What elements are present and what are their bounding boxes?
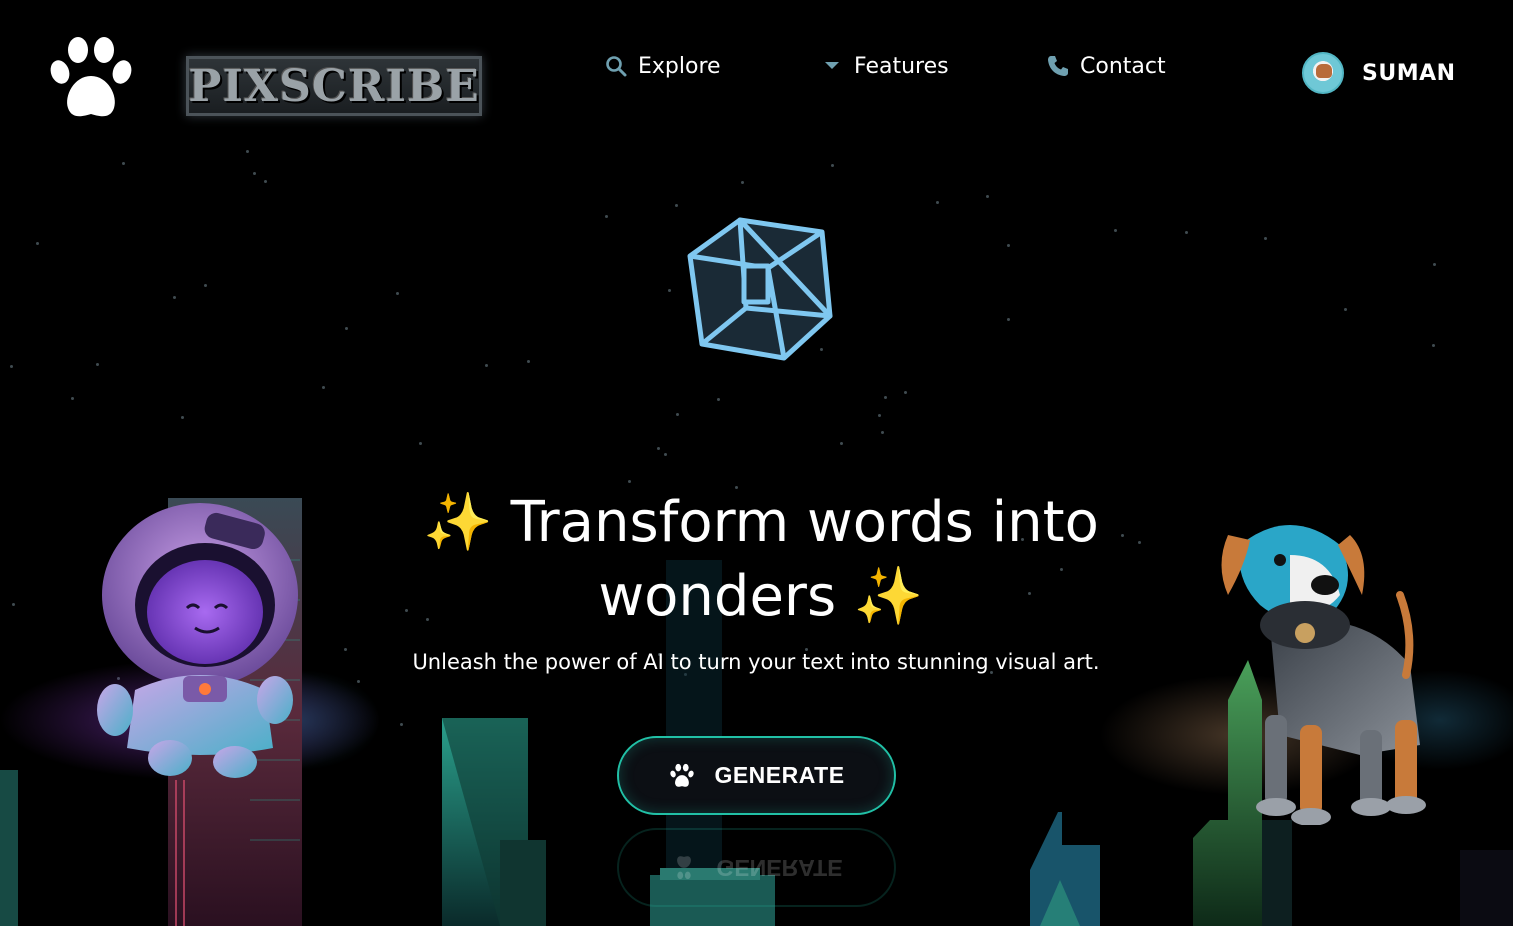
astronaut-character-illustration — [97, 503, 298, 778]
brand-logo[interactable]: PIXSCRIBE — [186, 56, 482, 116]
user-name: SUMAN — [1362, 60, 1456, 86]
avatar[interactable] — [1302, 52, 1344, 94]
nav-explore-label: Explore — [638, 53, 721, 79]
generate-button[interactable]: GENERATE — [617, 736, 896, 815]
nav-contact[interactable]: Contact — [1046, 46, 1166, 86]
paw-icon — [670, 763, 695, 787]
wireframe-cube-icon — [687, 217, 833, 361]
hero-title-line-2: wonders ✨ — [598, 564, 924, 629]
user-menu[interactable]: SUMAN — [1302, 52, 1456, 94]
nav-explore[interactable]: Explore — [604, 46, 721, 86]
search-icon — [604, 54, 628, 78]
robot-dog-illustration — [1221, 525, 1426, 825]
paw-logo-icon[interactable] — [46, 34, 136, 124]
generate-button-reflection: GENERATE — [617, 828, 896, 907]
hero-title: ✨ Transform words into wonders ✨ — [356, 486, 1166, 634]
brand-name: PIXSCRIBE — [188, 60, 480, 112]
hero-subtitle: Unleash the power of AI to turn your tex… — [412, 650, 1100, 674]
hero-title-line-1: ✨ Transform words into — [423, 490, 1099, 555]
nav-features[interactable]: Features — [820, 46, 949, 86]
nav-contact-label: Contact — [1080, 53, 1166, 79]
generate-button-reflection-label: GENERATE — [716, 855, 843, 881]
paw-icon-reflection — [677, 856, 692, 880]
phone-icon — [1046, 54, 1070, 78]
caret-down-icon — [820, 54, 844, 78]
generate-button-label: GENERATE — [714, 762, 845, 788]
nav-features-label: Features — [854, 53, 949, 79]
